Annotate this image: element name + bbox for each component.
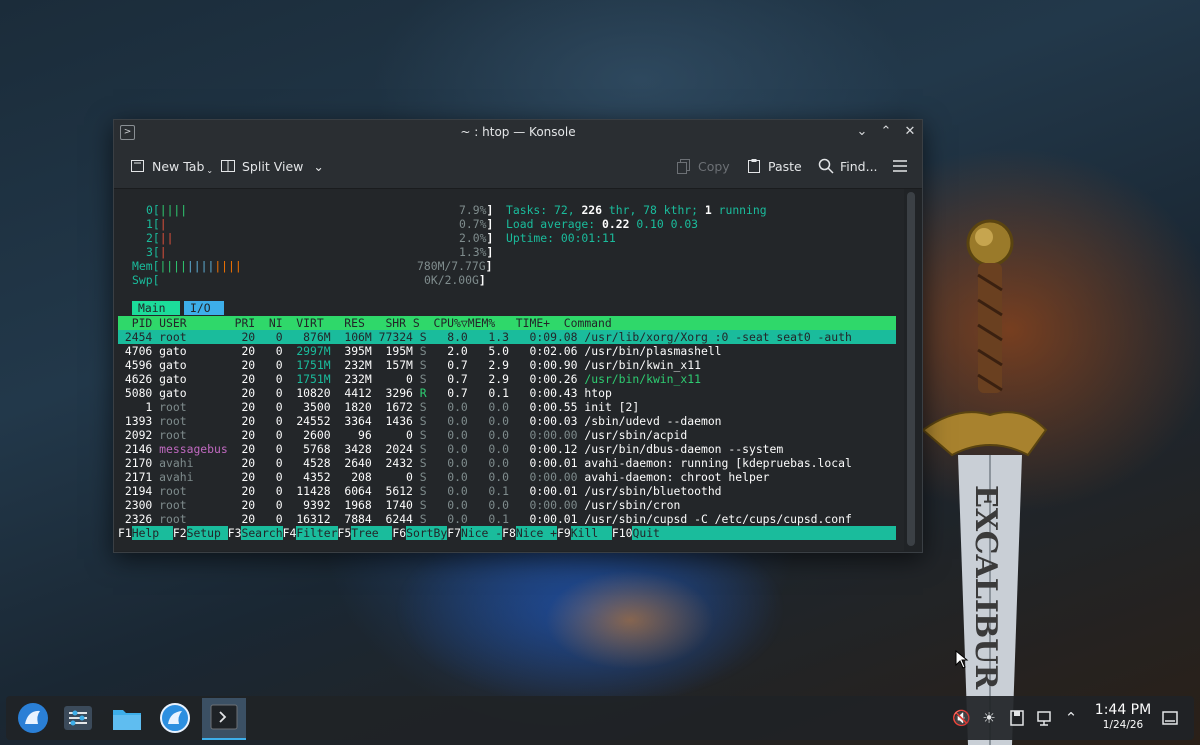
new-tab-menu-icon: ⌄ xyxy=(206,165,214,175)
fkey-f4[interactable]: F4Filter xyxy=(283,526,338,540)
table-row[interactable]: 2170 avahi 20 0 4528 2640 2432 S 0.0 0.0… xyxy=(118,456,852,470)
fkey-f3[interactable]: F3Search xyxy=(228,526,283,540)
browser-icon xyxy=(160,703,190,733)
volume-muted-icon[interactable]: 🔇 xyxy=(952,709,971,727)
fkey-f1[interactable]: F1Help xyxy=(118,526,173,540)
load-average: Load average: 0.22 0.10 0.03 xyxy=(506,217,699,231)
table-row[interactable]: 2194 root 20 0 11428 6064 5612 S 0.0 0.1… xyxy=(118,484,722,498)
find-label: Find... xyxy=(840,158,878,174)
cpu-meter-pct-0: 7.9%] xyxy=(459,203,494,217)
tab-main[interactable]: Main xyxy=(132,301,180,315)
paste-label: Paste xyxy=(768,158,802,174)
clock-time[interactable]: 1:44 PM xyxy=(1088,702,1158,718)
table-row[interactable]: 1393 root 20 0 24552 3364 1436 S 0.0 0.0… xyxy=(118,414,722,428)
close-icon[interactable]: ✕ xyxy=(902,124,918,140)
hamburger-menu-button[interactable] xyxy=(892,156,908,176)
folder-icon xyxy=(113,710,141,730)
search-icon xyxy=(818,158,834,174)
table-row[interactable]: 2092 root 20 0 2600 96 0 S 0.0 0.0 0:00.… xyxy=(118,428,687,442)
mouse-cursor xyxy=(955,650,969,669)
table-row[interactable]: 4596 gato 20 0 1751M 232M 157M S 0.7 2.9… xyxy=(118,358,701,372)
table-row[interactable]: 2326 root 20 0 16312 7884 6244 S 0.0 0.1… xyxy=(118,512,852,526)
show-desktop-icon[interactable] xyxy=(1161,709,1179,727)
new-tab-button[interactable]: New Tab ⌄ xyxy=(130,156,213,176)
window-title: ~ : htop — Konsole xyxy=(460,125,576,139)
paste-icon xyxy=(748,159,760,173)
table-row[interactable]: 4706 gato 20 0 2997M 395M 195M S 2.0 5.0… xyxy=(118,344,722,358)
cpu-meter-pct-2: 2.0%] xyxy=(459,231,494,245)
fkey-f5[interactable]: F5Tree xyxy=(338,526,393,540)
swap-meter: Swp[ xyxy=(132,273,160,287)
launcher-icon xyxy=(18,703,48,733)
storage-icon[interactable] xyxy=(1008,709,1026,727)
file-manager-button[interactable] xyxy=(110,702,144,734)
tab-io[interactable]: I/O xyxy=(184,301,224,315)
split-view-chevron-icon: ⌄ xyxy=(313,158,324,174)
cpu-meter-1: 1[| xyxy=(146,217,167,231)
copy-icon xyxy=(677,159,690,174)
table-row[interactable]: 2146 messagebus 20 0 5768 3428 2024 S 0.… xyxy=(118,442,783,456)
find-button[interactable]: Find... xyxy=(818,156,878,176)
fkey-f8[interactable]: F8Nice + xyxy=(502,526,558,540)
app-launcher-button[interactable] xyxy=(16,702,50,734)
copy-button[interactable]: Copy xyxy=(676,156,730,176)
taskbar: 🔇 ☀ ⌃ 1:44 PM 1/24/26 xyxy=(6,696,1194,740)
table-row[interactable]: 5080 gato 20 0 10820 4412 3296 R 0.7 0.1… xyxy=(118,386,612,400)
uptime: Uptime: 00:01:11 xyxy=(506,231,616,245)
process-table-header[interactable]: PID USER PRI NI VIRT RES SHR S CPU%▽MEM%… xyxy=(118,316,896,330)
wallpaper-sword: EXCALIBUR xyxy=(921,219,1048,745)
tasks-summary: Tasks: 72, 226 thr, 78 kthr; 1 running xyxy=(506,203,767,217)
brightness-icon[interactable]: ☀ xyxy=(980,709,998,727)
cpu-meter-pct-1: 0.7%] xyxy=(459,217,494,231)
sword-engraving: EXCALIBUR xyxy=(968,485,1003,690)
terminal-area[interactable]: Main I/O PID USER PRI NI VIRT RES SHR S … xyxy=(114,189,904,551)
hamburger-menu-icon xyxy=(893,160,907,172)
swap-meter-value: 0K/2.00G] xyxy=(424,273,486,287)
network-icon[interactable] xyxy=(1036,709,1054,727)
table-row[interactable]: 2300 root 20 0 9392 1968 1740 S 0.0 0.0 … xyxy=(118,498,681,512)
settings-icon xyxy=(64,706,92,730)
cpu-meter-2: 2[|| xyxy=(146,231,174,245)
terminal-icon xyxy=(210,704,238,730)
cpu-meter-3: 3[| xyxy=(146,245,167,259)
konsole-toolbar: New Tab ⌄ Split View ⌄ Copy Paste Find..… xyxy=(114,144,922,189)
split-view-label: Split View xyxy=(242,158,304,174)
split-view-icon xyxy=(221,160,235,172)
tray-expand-icon[interactable]: ⌃ xyxy=(1062,709,1080,727)
cpu-meter-pct-3: 1.3%] xyxy=(459,245,494,259)
browser-button[interactable] xyxy=(158,702,192,734)
fkey-f9[interactable]: F9Kill xyxy=(557,526,612,540)
minimize-icon[interactable]: ⌄ xyxy=(854,124,870,140)
fkey-f6[interactable]: F6SortBy xyxy=(392,526,448,540)
cpu-meter-0: 0[|||| xyxy=(146,203,188,217)
konsole-task-button[interactable] xyxy=(202,698,246,740)
mem-meter: Mem[|||||||||||| xyxy=(132,259,242,273)
fkey-f10[interactable]: F10Quit xyxy=(612,526,896,540)
paste-button[interactable]: Paste xyxy=(746,156,802,176)
table-row[interactable]: 1 root 20 0 3500 1820 1672 S 0.0 0.0 0:0… xyxy=(118,400,639,414)
new-tab-label: New Tab xyxy=(152,158,205,174)
window-titlebar[interactable]: > ~ : htop — Konsole ⌄ ⌃ ✕ xyxy=(114,120,922,144)
copy-label: Copy xyxy=(698,158,730,174)
table-row[interactable]: 2454 root 20 0 876M 106M 77324 S 8.0 1.3… xyxy=(118,330,852,344)
clock-date[interactable]: 1/24/26 xyxy=(1088,719,1158,731)
fkey-f7[interactable]: F7Nice - xyxy=(447,526,503,540)
function-key-bar: F1Help F2Setup F3Search F4Filter F5Tree F6… xyxy=(118,526,896,540)
table-row[interactable]: 4626 gato 20 0 1751M 232M 0 S 0.7 2.9 0:… xyxy=(118,372,701,386)
mem-meter-value: 780M/7.77G] xyxy=(417,259,493,273)
maximize-icon[interactable]: ⌃ xyxy=(878,124,894,140)
terminal-scrollbar[interactable] xyxy=(907,192,915,546)
system-settings-button[interactable] xyxy=(61,702,95,734)
konsole-window[interactable]: > ~ : htop — Konsole ⌄ ⌃ ✕ New Tab ⌄ Spl… xyxy=(113,119,923,553)
table-row[interactable]: 2171 avahi 20 0 4352 208 0 S 0.0 0.0 0:0… xyxy=(118,470,770,484)
new-tab-icon xyxy=(131,160,144,172)
split-view-button[interactable]: Split View ⌄ xyxy=(220,156,324,176)
fkey-f2[interactable]: F2Setup xyxy=(173,526,228,540)
